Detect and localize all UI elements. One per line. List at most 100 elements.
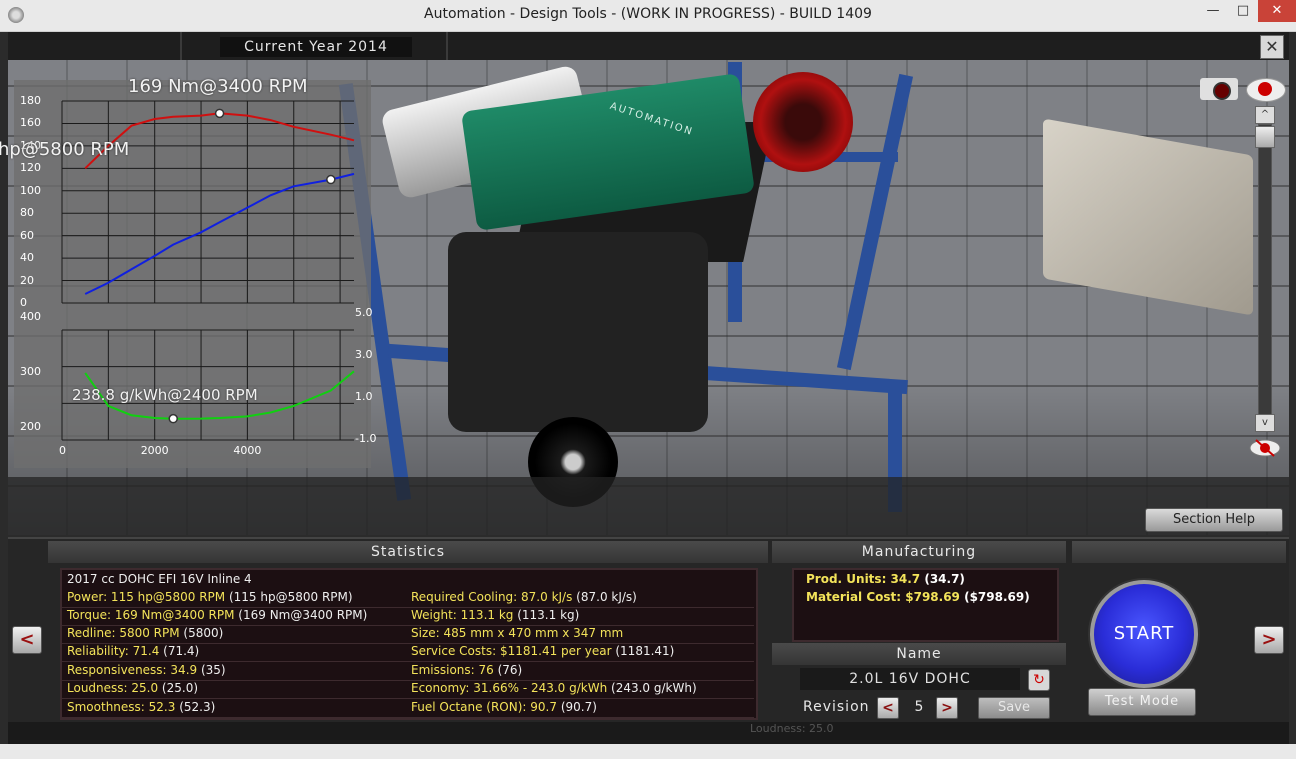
stat-value: Size: 485 mm x 470 mm x 347 mm — [411, 626, 624, 640]
stat-value: Redline: 5800 RPM — [67, 626, 180, 640]
tick-label: 300 — [20, 365, 41, 378]
zoom-slider-track[interactable] — [1258, 124, 1272, 416]
stat-value: Reliability: 71.4 — [67, 644, 160, 658]
name-header: Name — [772, 643, 1066, 665]
stat-paren-value: (113.1 kg) — [513, 608, 580, 622]
xray-view-icon[interactable] — [1248, 437, 1282, 459]
save-button[interactable]: Save — [978, 697, 1050, 719]
stat-value: Responsiveness: 34.9 — [67, 663, 198, 677]
test-mode-button[interactable]: Test Mode — [1088, 688, 1196, 716]
power-curve — [84, 172, 355, 295]
camera-lens-icon — [1213, 82, 1231, 100]
zoom-out-button[interactable]: v — [1255, 414, 1275, 432]
tick-label: 180 — [20, 94, 41, 107]
current-year-label: Current Year 2014 — [220, 37, 412, 57]
torque-peak-label: 169 Nm@3400 RPM — [128, 76, 308, 97]
tick-label: 160 — [20, 116, 41, 130]
next-section-button[interactable]: > — [1254, 626, 1284, 654]
tick-label: 400 — [20, 310, 41, 323]
stat-paren-value: (5800) — [179, 626, 224, 640]
tick-label: 0 — [59, 444, 66, 457]
tick-label: 1.0 — [355, 390, 373, 403]
stat-paren-value: (52.3) — [175, 700, 216, 714]
stat-row-right: Service Costs: $1181.41 per year (1181.4… — [411, 644, 674, 658]
footer-ghost-text: Loudness: 25.0 — [750, 722, 834, 735]
zoom-slider-thumb[interactable] — [1255, 126, 1275, 148]
row-divider — [62, 698, 754, 699]
stat-row-left: Smoothness: 52.3 (52.3) — [67, 700, 215, 714]
stat-row-right: Fuel Octane (RON): 90.7 (90.7) — [411, 700, 597, 714]
window-bottom-border — [0, 744, 1296, 759]
window-title: Automation - Design Tools - (WORK IN PRO… — [424, 6, 872, 22]
close-icon: ✕ — [1271, 3, 1283, 18]
stat-value: Emissions: 76 — [411, 663, 494, 677]
maximize-button[interactable]: □ — [1228, 0, 1258, 22]
stat-row-right: Size: 485 mm x 470 mm x 347 mm — [411, 626, 623, 640]
minimize-button[interactable]: — — [1198, 0, 1228, 22]
revision-prev-button[interactable]: < — [877, 697, 899, 719]
power-peak-label: hp@5800 RPM — [0, 139, 130, 160]
stat-row-left: Power: 115 hp@5800 RPM (115 hp@5800 RPM) — [67, 590, 353, 604]
stat-row-left: Loudness: 25.0 (25.0) — [67, 681, 198, 695]
refresh-name-button[interactable]: ↻ — [1028, 669, 1050, 691]
stat-value: Fuel Octane (RON): 90.7 — [411, 700, 557, 714]
minimize-icon: — — [1206, 3, 1220, 18]
stat-value: Service Costs: $1181.41 per year — [411, 644, 612, 658]
stat-paren-value: (35) — [197, 663, 226, 677]
tick-label: 3.0 — [355, 348, 373, 361]
stat-row-right: Economy: 31.66% - 243.0 g/kWh (243.0 g/k… — [411, 681, 697, 695]
tick-label: 40 — [20, 251, 34, 265]
eye-pupil-icon — [1258, 82, 1272, 96]
stat-paren-value: (115 hp@5800 RPM) — [225, 590, 353, 604]
previous-section-button[interactable]: < — [12, 626, 42, 654]
refresh-icon: ↻ — [1033, 672, 1045, 688]
material-cost-row: Material Cost: $798.69 ($798.69) — [806, 590, 1030, 604]
start-button[interactable]: START — [1090, 580, 1198, 688]
engine-description: 2017 cc DOHC EFI 16V Inline 4 — [67, 572, 252, 586]
viewport-close-button[interactable]: ✕ — [1260, 35, 1284, 59]
prod-units-value: Prod. Units: 34.7 — [806, 572, 921, 586]
revision-label: Revision — [803, 699, 870, 715]
stat-paren-value: (243.0 g/kWh) — [607, 681, 697, 695]
stat-value: Required Cooling: 87.0 kJ/s — [411, 590, 573, 604]
stat-value: Torque: 169 Nm@3400 RPM — [67, 608, 235, 622]
bsfc-min-label: 238.8 g/kWh@2400 RPM — [72, 386, 258, 404]
stat-row-left: Responsiveness: 34.9 (35) — [67, 663, 226, 677]
row-divider — [62, 717, 754, 718]
torque-peak-marker — [214, 108, 225, 119]
tick-label: 5.0 — [355, 306, 373, 319]
stat-paren-value: (87.0 kJ/s) — [572, 590, 637, 604]
stat-value: Power: 115 hp@5800 RPM — [67, 590, 226, 604]
stat-value: Loudness: 25.0 — [67, 681, 159, 695]
tick-label: 0 — [20, 296, 27, 309]
footer-strip — [8, 722, 1289, 744]
tick-label: 4000 — [233, 444, 262, 457]
window-close-button[interactable]: ✕ — [1258, 0, 1296, 22]
engine-name-field[interactable]: 2.0L 16V DOHC — [800, 668, 1020, 690]
manufacturing-header: Manufacturing — [772, 541, 1066, 563]
prod-units-paren: (34.7) — [920, 572, 965, 586]
zoom-in-button[interactable]: ^ — [1255, 106, 1275, 124]
viewport-top-bar — [8, 32, 1289, 60]
revision-value: 5 — [914, 699, 924, 715]
section-help-button[interactable]: Section Help — [1145, 508, 1283, 532]
stat-paren-value: (169 Nm@3400 RPM) — [234, 608, 368, 622]
bsfc-min-marker — [168, 413, 178, 424]
start-section-header — [1072, 541, 1286, 563]
tick-label: 20 — [20, 273, 34, 287]
tick-label: 200 — [20, 420, 41, 433]
revision-next-button[interactable]: > — [936, 697, 958, 719]
stat-row-right: Weight: 113.1 kg (113.1 kg) — [411, 608, 579, 622]
stat-row-left: Reliability: 71.4 (71.4) — [67, 644, 199, 658]
viewport-bottom-shade — [8, 477, 1289, 535]
stat-paren-value: (90.7) — [557, 700, 597, 714]
top-bar-divider — [180, 32, 182, 60]
stat-paren-value: (76) — [493, 663, 523, 677]
stat-paren-value: (25.0) — [158, 681, 199, 695]
tick-label: 60 — [20, 228, 34, 242]
stat-row-right: Emissions: 76 (76) — [411, 663, 522, 677]
maximize-icon: □ — [1236, 3, 1250, 18]
prod-units-row: Prod. Units: 34.7 (34.7) — [806, 572, 965, 586]
stat-value: Smoothness: 52.3 — [67, 700, 176, 714]
tick-label: 120 — [20, 161, 41, 175]
